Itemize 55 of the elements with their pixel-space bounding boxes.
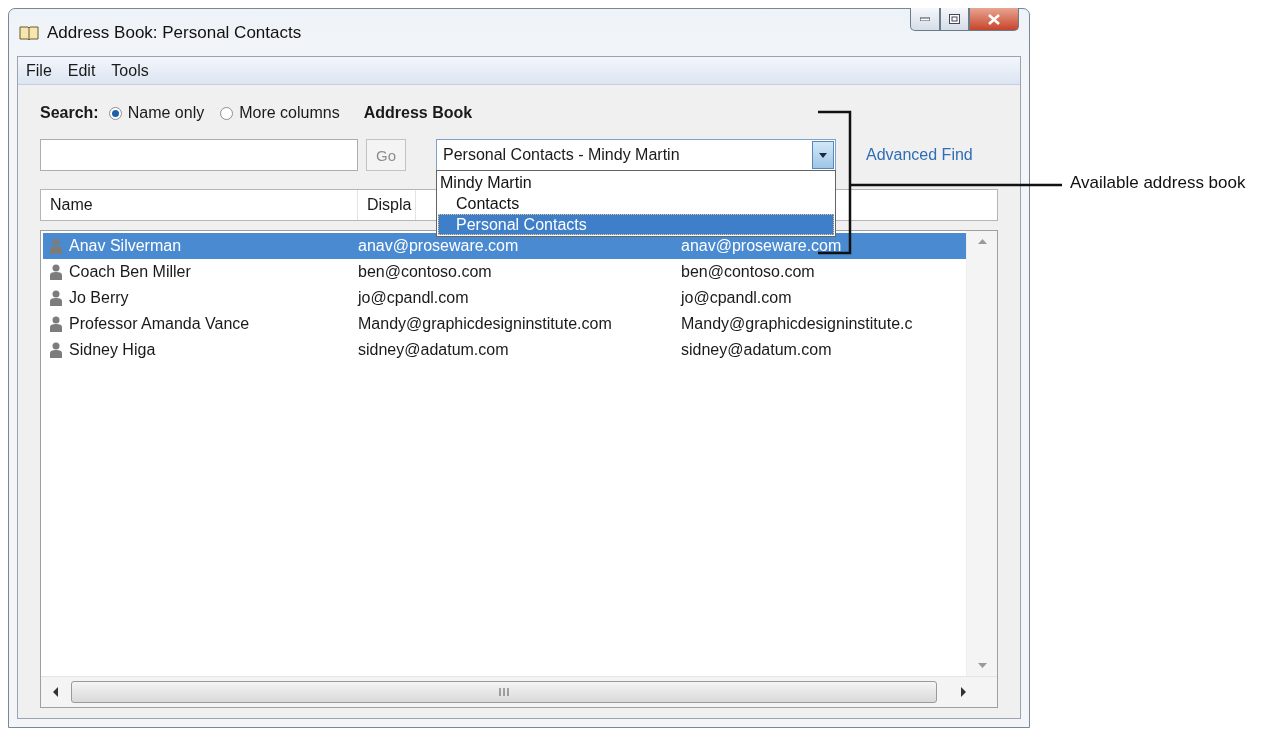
menu-item[interactable]: File (18, 61, 60, 80)
radio-button[interactable] (220, 106, 234, 120)
close-icon (988, 13, 1000, 25)
radio-button[interactable] (108, 106, 122, 120)
person-icon (49, 264, 63, 280)
contact-row[interactable]: Sidney Higa sidney@adatum.com sidney@adatum.com (43, 337, 966, 363)
radio-label[interactable]: More columns (239, 104, 340, 122)
radio-label[interactable]: Name only (127, 104, 205, 122)
menu-item[interactable]: Edit (59, 61, 104, 80)
contact-row[interactable]: Coach Ben Miller ben@contoso.com ben@contoso.com (43, 259, 966, 285)
maximize-icon (949, 14, 960, 24)
display-name-cell-text: jo@cpandl.com (358, 289, 470, 307)
minimize-icon (920, 17, 930, 21)
window-title: Address Book: Personal Contacts (47, 22, 303, 43)
scroll-thumb[interactable] (71, 681, 937, 703)
address-book-label: Address Book (363, 104, 473, 122)
contact-name: Sidney Higa (69, 341, 156, 359)
address-book-dropdown[interactable]: Personal Contacts - Mindy Martin (436, 139, 836, 171)
email-cell-text: jo@cpandl.com (681, 289, 793, 307)
book-icon (19, 24, 39, 41)
email-cell-text: ben@contoso.com (681, 263, 816, 281)
contact-name: Jo Berry (69, 289, 129, 307)
display-name-cell-text: anav@proseware.com (358, 237, 520, 255)
search-field[interactable] (40, 139, 358, 171)
display-name-cell-text: Mandy@graphicdesigninstitute.com (358, 315, 613, 333)
scroll-down-icon[interactable] (977, 663, 987, 668)
horizontal-scrollbar[interactable] (41, 676, 997, 707)
column-header[interactable]: Displa (358, 190, 417, 220)
person-icon (49, 238, 63, 254)
callout-label: Available address book (1070, 173, 1246, 193)
person-icon (49, 316, 63, 332)
search-label: Search: (40, 104, 99, 122)
minimize-button[interactable] (910, 8, 940, 31)
vertical-scrollbar[interactable] (966, 231, 997, 676)
grip-icon (499, 688, 509, 696)
person-icon (49, 290, 63, 306)
maximize-button[interactable] (940, 8, 969, 31)
email-cell-text: anav@proseware.com (681, 237, 843, 255)
advanced-find-link[interactable]: Advanced Find (866, 146, 973, 164)
contact-name: Anav Silverman (69, 237, 182, 255)
scroll-up-icon[interactable] (977, 239, 987, 244)
email-cell-text: sidney@adatum.com (681, 341, 833, 359)
close-button[interactable] (969, 8, 1019, 31)
dropdown-option[interactable]: Personal Contacts (438, 214, 834, 235)
contact-row[interactable]: Professor Amanda Vance Mandy@graphicdesigninstitute.com Mandy@graphicdesigninstitute.c (43, 311, 966, 337)
display-name-cell-text: sidney@adatum.com (358, 341, 510, 359)
display-name-cell-text: ben@contoso.com (358, 263, 493, 281)
contact-row[interactable]: Jo Berry jo@cpandl.com jo@cpandl.com (43, 285, 966, 311)
email-cell-text: Mandy@graphicdesigninstitute.c (681, 315, 914, 333)
contact-name: Professor Amanda Vance (69, 315, 250, 333)
contact-row[interactable]: Anav Silverman anav@proseware.com anav@proseware.com (43, 233, 966, 259)
column-header[interactable]: Name (41, 190, 358, 220)
contact-name: Coach Ben Miller (69, 263, 191, 281)
person-icon (49, 342, 63, 358)
menu-item[interactable]: Tools (103, 61, 157, 80)
